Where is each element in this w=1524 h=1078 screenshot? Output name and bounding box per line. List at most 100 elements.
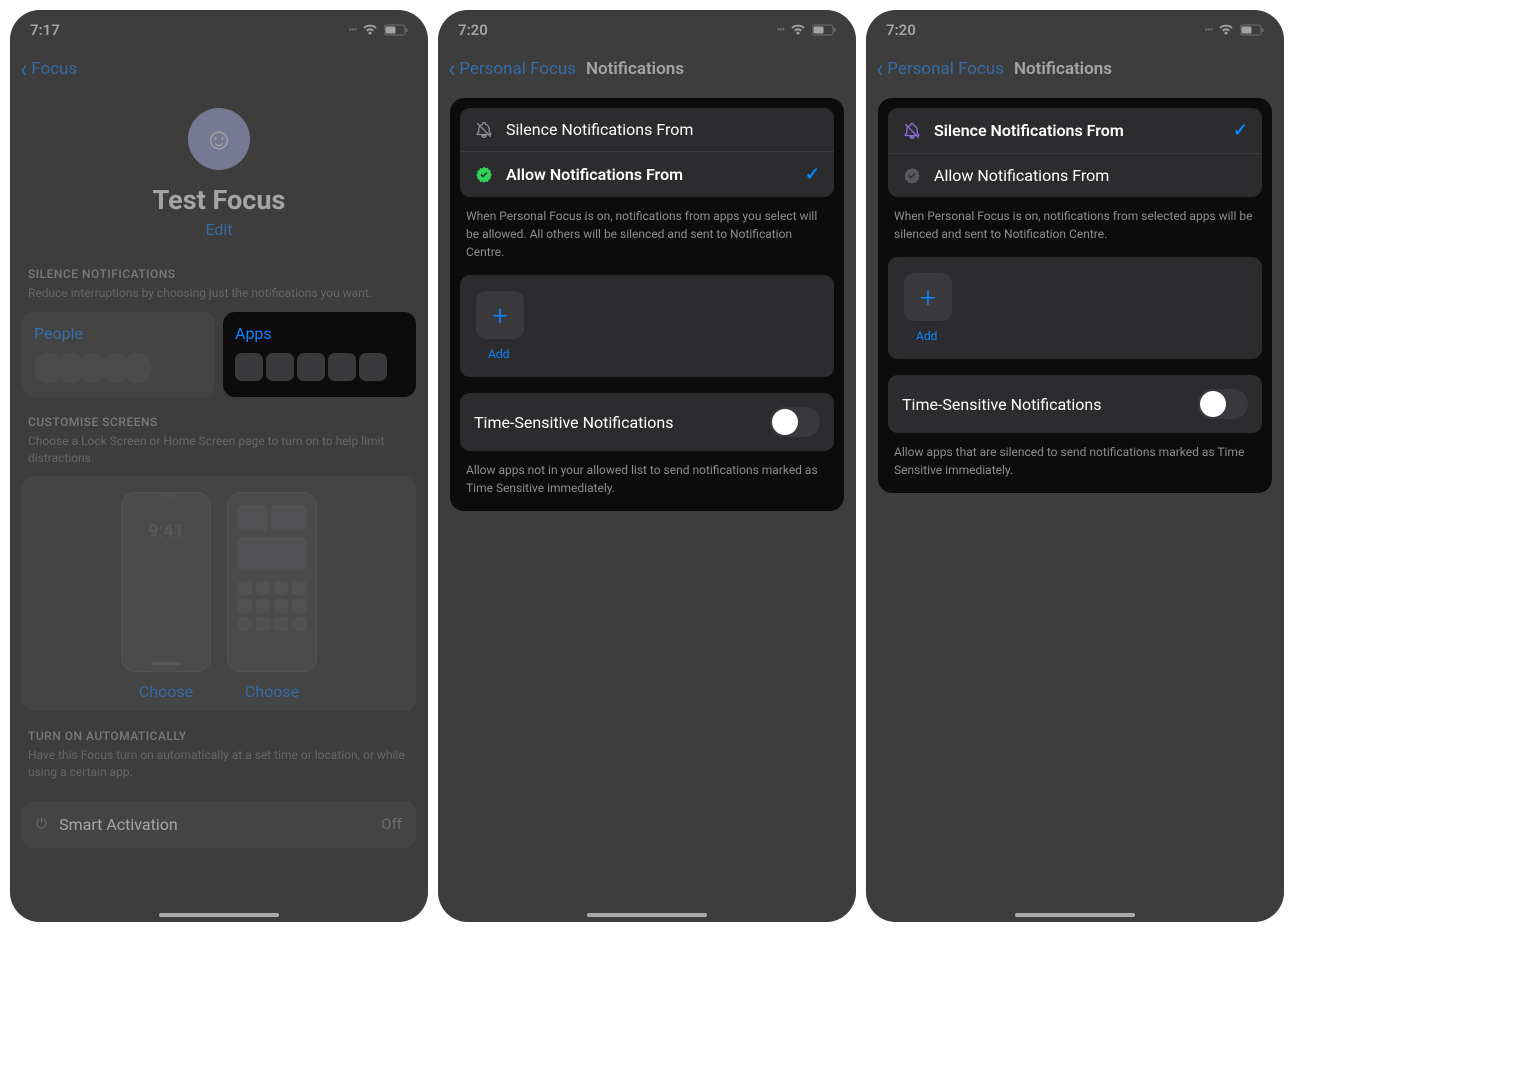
app-placeholder bbox=[359, 353, 387, 381]
back-chevron-icon[interactable]: ‹ bbox=[448, 55, 455, 83]
status-time: 7:20 bbox=[886, 21, 916, 39]
checkmark-seal-icon bbox=[474, 166, 494, 184]
apps-label: Apps bbox=[235, 324, 404, 343]
focus-avatar: ☺ bbox=[188, 108, 250, 170]
cellular-icon: ••• bbox=[776, 25, 784, 36]
wifi-icon bbox=[1218, 24, 1234, 36]
mode-description: When Personal Focus is on, notifications… bbox=[460, 207, 834, 275]
choose-lock-button[interactable]: Choose bbox=[121, 682, 211, 701]
back-button[interactable]: Personal Focus bbox=[887, 59, 1004, 79]
smart-label: Smart Activation bbox=[59, 815, 178, 834]
status-bar: 7:17 ••• bbox=[10, 10, 428, 50]
screens-card: 9:41 OOO Choose bbox=[22, 476, 416, 711]
add-button[interactable]: + bbox=[904, 273, 952, 321]
lock-date: OOO bbox=[122, 493, 210, 501]
battery-icon bbox=[384, 24, 408, 36]
plus-icon: + bbox=[920, 281, 936, 314]
home-screen-option[interactable]: Choose bbox=[227, 492, 317, 701]
power-icon: ⏻ bbox=[36, 816, 47, 832]
screen-allow-notifications: 7:20 ••• ‹ Personal Focus Notifications … bbox=[438, 10, 856, 922]
plus-icon: + bbox=[492, 299, 508, 332]
checkmark-icon: ✓ bbox=[805, 164, 820, 185]
status-time: 7:17 bbox=[30, 21, 60, 39]
avatar-placeholder bbox=[122, 353, 152, 383]
status-bar: 7:20 ••• bbox=[866, 10, 1284, 50]
lock-screen-preview: 9:41 OOO bbox=[121, 492, 211, 672]
time-sensitive-row: Time-Sensitive Notifications bbox=[460, 393, 834, 451]
nav-bar: ‹ Personal Focus Notifications bbox=[866, 50, 1284, 88]
home-indicator[interactable] bbox=[159, 913, 279, 917]
app-placeholder bbox=[256, 581, 270, 595]
back-chevron-icon[interactable]: ‹ bbox=[20, 55, 27, 83]
back-button[interactable]: Focus bbox=[31, 59, 77, 79]
allow-option[interactable]: Allow Notifications From ✓ bbox=[460, 152, 834, 197]
smart-activation-row[interactable]: ⏻ Smart Activation Off bbox=[22, 801, 416, 848]
page-title: Notifications bbox=[586, 59, 684, 79]
status-bar: 7:20 ••• bbox=[438, 10, 856, 50]
back-button[interactable]: Personal Focus bbox=[459, 59, 576, 79]
focus-title: Test Focus bbox=[22, 184, 416, 216]
widget-placeholder bbox=[271, 505, 306, 531]
people-label: People bbox=[34, 324, 203, 343]
wifi-icon bbox=[362, 24, 378, 36]
people-avatars bbox=[34, 353, 203, 383]
mode-description: When Personal Focus is on, notifications… bbox=[888, 207, 1262, 257]
status-time: 7:20 bbox=[458, 21, 488, 39]
add-label: Add bbox=[916, 329, 1246, 343]
edit-button[interactable]: Edit bbox=[22, 220, 416, 239]
choose-home-button[interactable]: Choose bbox=[227, 682, 317, 701]
screen-focus-config: 7:17 ••• ‹ Focus ☺ Test Focus Edit SILEN… bbox=[10, 10, 428, 922]
toggle-knob bbox=[1200, 391, 1226, 417]
allow-label: Allow Notifications From bbox=[934, 166, 1248, 185]
checkmark-seal-icon bbox=[902, 167, 922, 185]
app-icons bbox=[235, 353, 404, 381]
widget-placeholder bbox=[238, 537, 306, 571]
app-placeholder bbox=[235, 353, 263, 381]
time-sensitive-row: Time-Sensitive Notifications bbox=[888, 375, 1262, 433]
home-indicator[interactable] bbox=[587, 913, 707, 917]
time-sensitive-description: Allow apps not in your allowed list to s… bbox=[460, 451, 834, 497]
auto-subtitle: Have this Focus turn on automatically at… bbox=[22, 747, 416, 791]
home-screen-preview bbox=[227, 492, 317, 672]
bell-slash-icon bbox=[902, 122, 922, 140]
nav-bar: ‹ Personal Focus Notifications bbox=[438, 50, 856, 88]
time-sensitive-toggle[interactable] bbox=[770, 407, 820, 437]
bell-slash-icon bbox=[474, 121, 494, 139]
app-placeholder bbox=[238, 581, 252, 595]
widget-placeholder bbox=[238, 505, 267, 531]
app-placeholder bbox=[238, 617, 252, 631]
people-card[interactable]: People bbox=[22, 312, 215, 397]
home-indicator[interactable] bbox=[1015, 913, 1135, 917]
app-placeholder bbox=[274, 617, 288, 631]
notifications-panel: Silence Notifications From Allow Notific… bbox=[450, 98, 844, 511]
apps-card[interactable]: Apps bbox=[223, 312, 416, 397]
add-label: Add bbox=[488, 347, 818, 361]
silence-subtitle: Reduce interruptions by choosing just th… bbox=[22, 285, 416, 312]
notifications-panel: Silence Notifications From ✓ Allow Notif… bbox=[878, 98, 1272, 493]
cellular-icon: ••• bbox=[1204, 25, 1212, 36]
auto-header: TURN ON AUTOMATICALLY bbox=[22, 711, 416, 747]
app-placeholder bbox=[292, 581, 306, 595]
checkmark-icon: ✓ bbox=[1233, 120, 1248, 141]
app-placeholder bbox=[292, 617, 306, 631]
page-title: Notifications bbox=[1014, 59, 1112, 79]
app-placeholder bbox=[238, 599, 252, 613]
back-chevron-icon[interactable]: ‹ bbox=[876, 55, 883, 83]
time-sensitive-label: Time-Sensitive Notifications bbox=[902, 395, 1102, 414]
app-placeholder bbox=[274, 581, 288, 595]
silence-option[interactable]: Silence Notifications From bbox=[460, 108, 834, 152]
allow-label: Allow Notifications From bbox=[506, 165, 793, 184]
toggle-knob bbox=[772, 409, 798, 435]
allow-option[interactable]: Allow Notifications From bbox=[888, 154, 1262, 197]
lock-screen-option[interactable]: 9:41 OOO Choose bbox=[121, 492, 211, 701]
time-sensitive-toggle[interactable] bbox=[1198, 389, 1248, 419]
add-apps-card: + Add bbox=[460, 275, 834, 377]
silence-header: SILENCE NOTIFICATIONS bbox=[22, 249, 416, 285]
customise-subtitle: Choose a Lock Screen or Home Screen page… bbox=[22, 433, 416, 477]
add-button[interactable]: + bbox=[476, 291, 524, 339]
wifi-icon bbox=[790, 24, 806, 36]
app-placeholder bbox=[297, 353, 325, 381]
silence-option[interactable]: Silence Notifications From ✓ bbox=[888, 108, 1262, 154]
time-sensitive-description: Allow apps that are silenced to send not… bbox=[888, 433, 1262, 479]
customise-header: CUSTOMISE SCREENS bbox=[22, 397, 416, 433]
